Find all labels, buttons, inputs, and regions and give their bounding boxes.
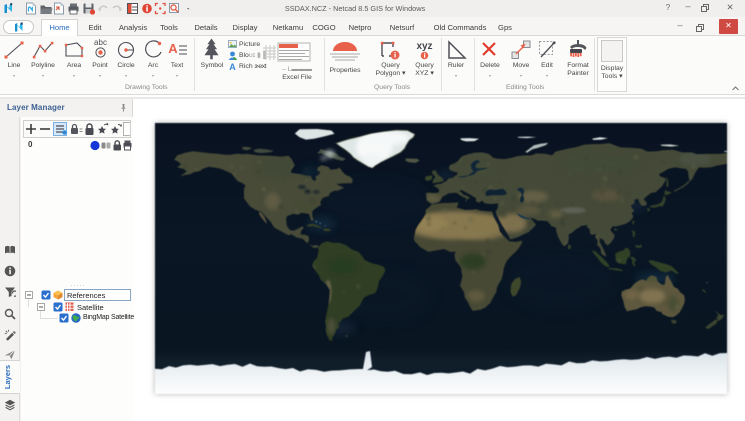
svg-text:xyz: xyz	[416, 41, 432, 52]
svg-text:A: A	[168, 41, 178, 56]
svg-text:A: A	[229, 62, 236, 71]
svg-text:abc: abc	[94, 38, 107, 47]
